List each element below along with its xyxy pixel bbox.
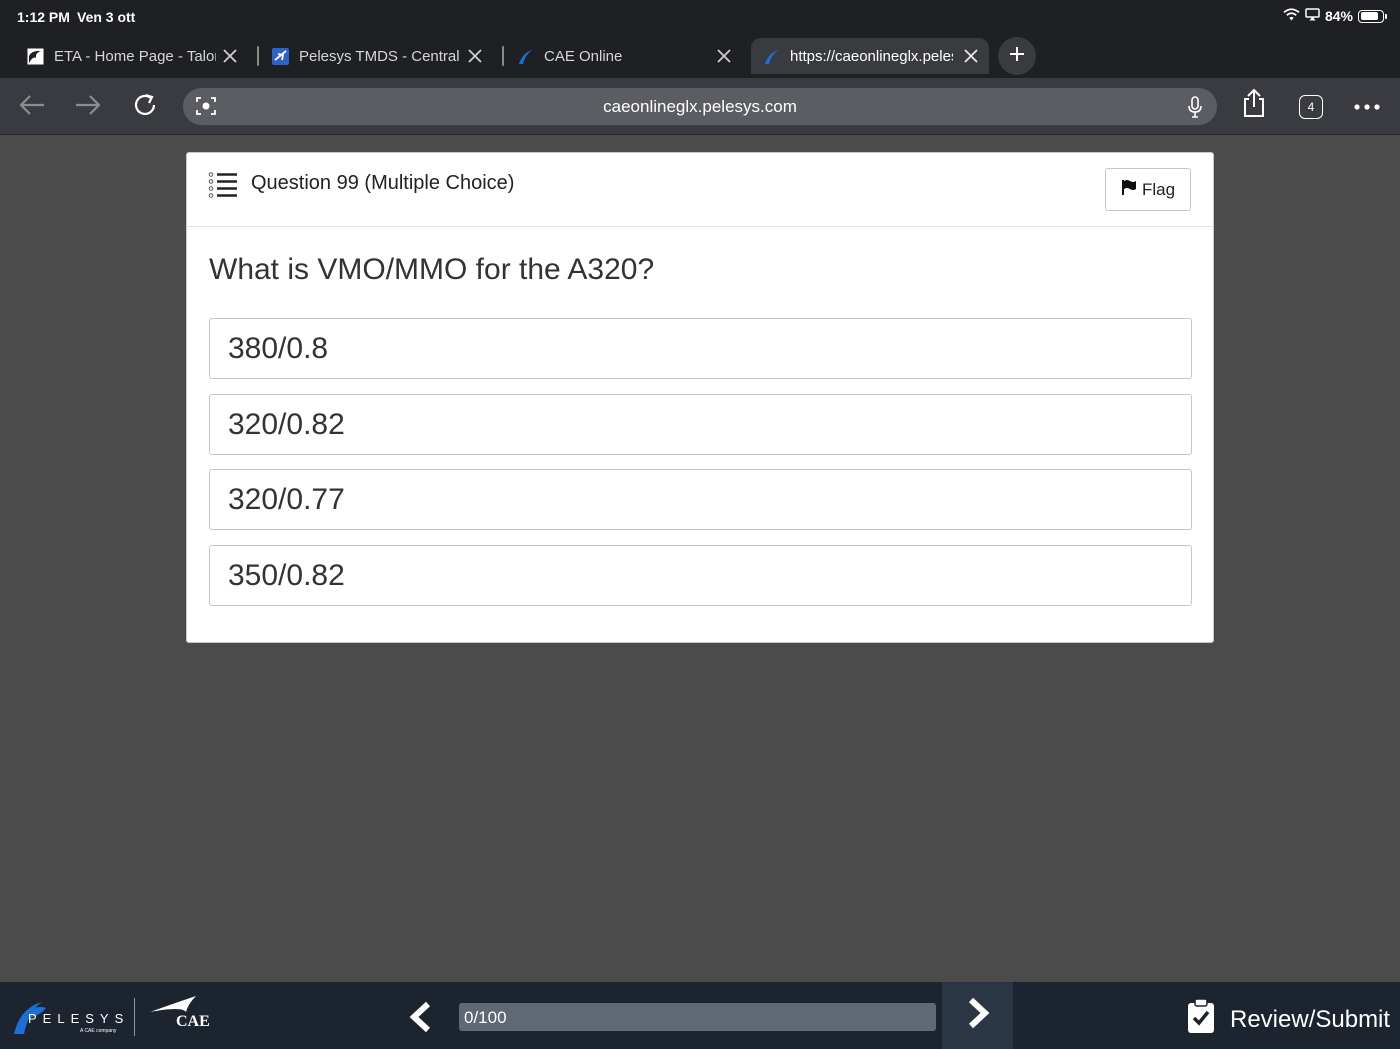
pelesys-icon [516, 47, 534, 65]
progress-label: 0/100 [464, 1008, 507, 1027]
arrow-left-icon [18, 93, 46, 122]
previous-question-button[interactable] [404, 1000, 438, 1039]
reload-button[interactable] [130, 92, 160, 122]
flag-icon [1121, 179, 1137, 201]
tab-active-caeonlineglx[interactable]: https://caeonlineglx.pelesys.com [751, 38, 989, 74]
question-text: What is VMO/MMO for the A320? [209, 253, 655, 286]
tab-count: 4 [1299, 95, 1323, 119]
svg-text:A CAE company: A CAE company [80, 1028, 117, 1034]
talon-icon [26, 47, 44, 65]
tab-title: https://caeonlineglx.pelesys.com [790, 47, 953, 65]
tab-bar: ETA - Home Page - Talon Pelesys TMDS - C… [0, 34, 1400, 78]
answer-option[interactable]: 380/0.8 [209, 318, 1192, 379]
battery-percent: 84% [1324, 8, 1353, 24]
address-bar[interactable]: caeonlineglx.pelesys.com [183, 88, 1217, 125]
pelesys-logo: PELESYS A CAE company [12, 998, 124, 1041]
tab-title: Pelesys TMDS - Central [299, 47, 459, 65]
back-button[interactable] [17, 92, 47, 122]
question-title: Question 99 (Multiple Choice) [251, 172, 515, 194]
review-submit-button[interactable]: Review/Submit [1186, 998, 1390, 1041]
answer-option[interactable]: 320/0.82 [209, 394, 1192, 455]
more-dots-icon [1353, 98, 1381, 116]
arrow-right-icon [74, 93, 102, 122]
tab-pelesys-tmds[interactable]: Pelesys TMDS - Central [271, 38, 493, 74]
forward-button[interactable] [73, 92, 103, 122]
reload-icon [132, 92, 158, 123]
battery-icon [1358, 9, 1387, 23]
url-text: caeonlineglx.pelesys.com [603, 97, 797, 116]
status-bar: 1:12 PM Ven 3 ott 84% [0, 0, 1400, 34]
status-indicators: 84% [1283, 8, 1387, 24]
cae-logo: CAE [148, 994, 212, 1035]
wifi-icon [1283, 8, 1300, 24]
clipboard-check-icon [1186, 998, 1216, 1041]
close-icon[interactable] [220, 46, 240, 66]
tab-overview-button[interactable]: 4 [1296, 92, 1326, 122]
close-icon[interactable] [961, 46, 981, 66]
tab-title: ETA - Home Page - Talon [54, 47, 216, 65]
close-icon[interactable] [465, 46, 485, 66]
more-menu-button[interactable] [1352, 92, 1382, 122]
chevron-left-icon [404, 1001, 438, 1038]
review-submit-label: Review/Submit [1230, 1005, 1391, 1033]
tab-eta-home[interactable]: ETA - Home Page - Talon [26, 38, 248, 74]
share-icon [1241, 88, 1267, 123]
close-icon[interactable] [714, 46, 734, 66]
question-header: Question 99 (Multiple Choice) Flag [187, 153, 1213, 227]
tab-separator [502, 46, 504, 66]
answer-option[interactable]: 350/0.82 [209, 545, 1192, 606]
tab-separator [257, 46, 259, 66]
status-date: Ven 3 ott [77, 9, 136, 25]
progress-bar: 0/100 [459, 1003, 936, 1031]
answer-option[interactable]: 320/0.77 [209, 469, 1192, 530]
question-card: Question 99 (Multiple Choice) Flag What … [186, 152, 1214, 643]
question-list-icon[interactable] [208, 172, 238, 203]
logo-divider [134, 998, 135, 1036]
next-question-button[interactable] [942, 982, 1013, 1049]
status-time: 1:12 PM [17, 9, 70, 25]
new-tab-button[interactable] [998, 37, 1036, 75]
screen-mirror-icon [1305, 8, 1320, 24]
microphone-icon[interactable] [1185, 95, 1205, 124]
flag-button[interactable]: Flag [1105, 168, 1191, 211]
tab-title: CAE Online [544, 47, 623, 65]
plane-icon [271, 47, 289, 65]
svg-text:CAE: CAE [176, 1013, 210, 1030]
exam-footer: PELESYS A CAE company CAE 0/100 Review/S… [0, 982, 1400, 1049]
browser-toolbar: caeonlineglx.pelesys.com 4 [0, 78, 1400, 135]
svg-text:PELESYS: PELESYS [28, 1011, 124, 1026]
chevron-right-icon [961, 996, 995, 1035]
flag-label: Flag [1141, 179, 1176, 199]
share-button[interactable] [1239, 88, 1269, 123]
plus-icon [1008, 45, 1026, 68]
tab-cae-online[interactable]: CAE Online [516, 38, 742, 74]
pelesys-icon [762, 47, 780, 65]
